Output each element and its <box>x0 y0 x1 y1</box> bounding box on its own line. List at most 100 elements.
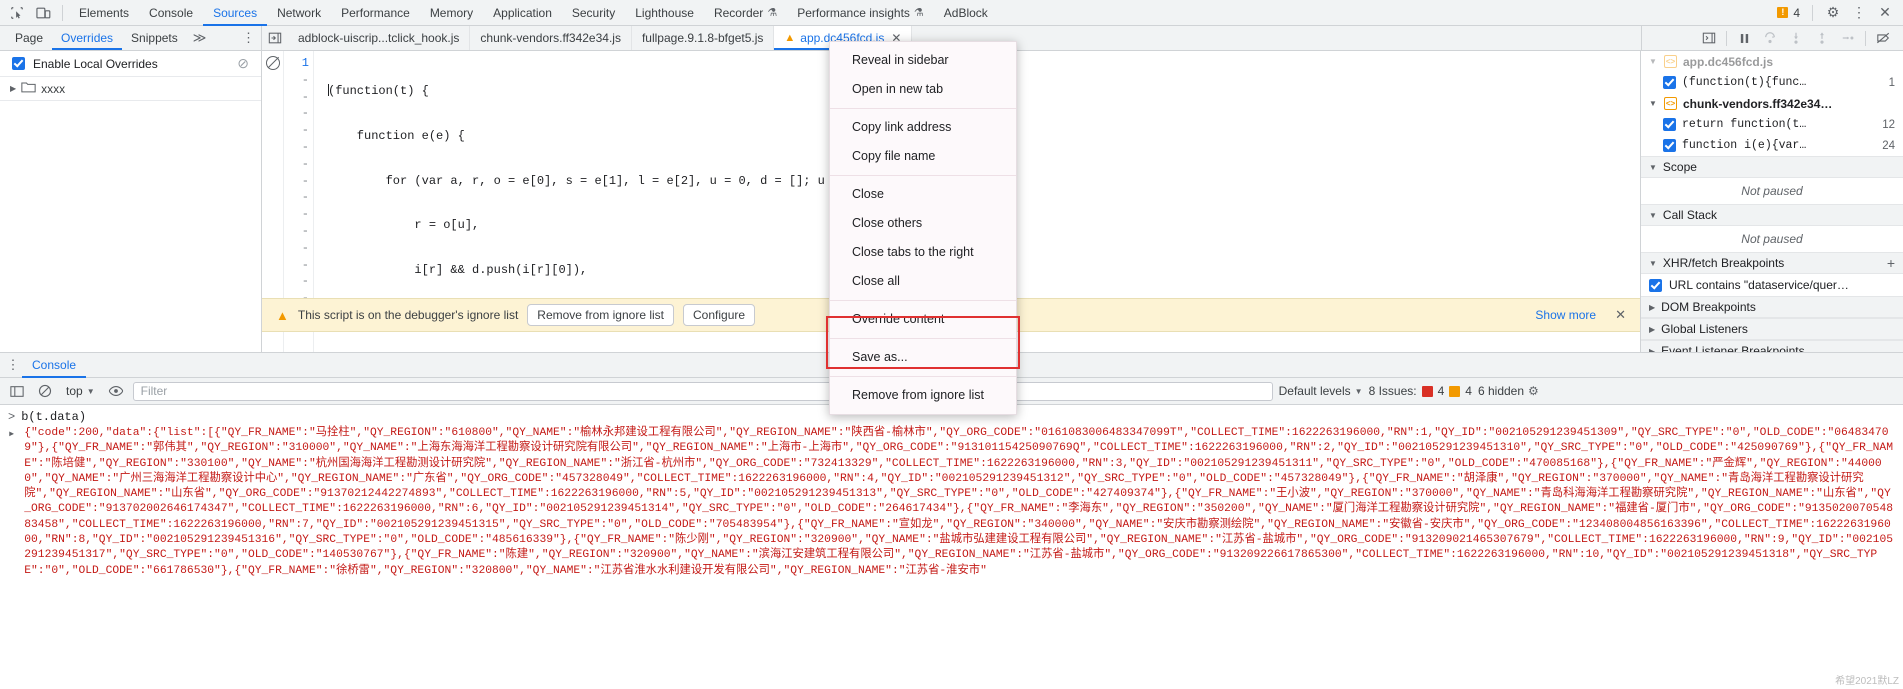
tab-sources[interactable]: Sources <box>203 0 267 26</box>
console-filter-input[interactable]: Filter <box>132 381 1273 401</box>
menu-item-save-as[interactable]: Save as... <box>830 343 1016 372</box>
xhr-breakpoint-item[interactable]: URL contains "dataservice/quer… <box>1641 274 1903 296</box>
tab-adblock[interactable]: AdBlock <box>934 0 998 26</box>
navigator-kebab-icon[interactable]: ⋮ <box>242 30 255 46</box>
chevron-right-icon[interactable]: ▶ <box>1649 325 1655 334</box>
breakpoint-row[interactable]: return function(t… 12 <box>1641 114 1903 135</box>
file-tab-adblock[interactable]: adblock-uiscrip...tclick_hook.js <box>288 26 471 50</box>
close-icon[interactable]: ✕ <box>1873 1 1897 25</box>
file-tab-label: fullpage.9.1.8-bfget5.js <box>641 31 764 45</box>
pause-script-icon[interactable] <box>1732 26 1756 50</box>
tab-application[interactable]: Application <box>483 0 562 26</box>
step-icon[interactable] <box>1836 26 1860 50</box>
step-out-icon[interactable] <box>1810 26 1834 50</box>
breakpoint-file-row[interactable]: ▼ <> app.dc456fcd.js <box>1641 51 1903 72</box>
clear-overrides-icon[interactable]: ⊘ <box>237 55 249 72</box>
checkbox-checked-icon[interactable] <box>1649 278 1662 292</box>
show-navigator-icon[interactable] <box>262 26 288 50</box>
deactivate-breakpoints-icon[interactable] <box>1871 26 1895 50</box>
checkbox-checked-icon[interactable] <box>1663 76 1676 89</box>
section-header-global-listeners[interactable]: ▶ Global Listeners <box>1641 318 1903 340</box>
menu-item-close-all[interactable]: Close all <box>830 267 1016 296</box>
console-hidden-count[interactable]: 6 hidden ⚙ <box>1478 384 1539 398</box>
show-debugger-sidebar-icon[interactable] <box>1697 26 1721 50</box>
menu-item-close-tabs-to-the-right[interactable]: Close tabs to the right <box>830 238 1016 267</box>
expand-chevron-icon[interactable]: ▸ <box>8 426 15 579</box>
nav-more-tabs-icon[interactable]: ≫ <box>187 26 213 50</box>
chevron-down-icon[interactable]: ▼ <box>1649 259 1657 268</box>
chevron-right-icon[interactable]: ▶ <box>10 84 16 93</box>
nav-tab-overrides[interactable]: Overrides <box>52 26 122 50</box>
console-levels-selector[interactable]: Default levels ▼ <box>1279 384 1363 398</box>
step-into-icon[interactable] <box>1784 26 1808 50</box>
checkbox-checked-icon[interactable] <box>1663 118 1676 131</box>
menu-item-open-in-new-tab[interactable]: Open in new tab <box>830 75 1016 104</box>
enable-local-overrides-row[interactable]: Enable Local Overrides ⊘ <box>0 51 261 77</box>
show-more-link[interactable]: Show more <box>1535 308 1596 322</box>
nav-tab-page[interactable]: Page <box>6 26 52 50</box>
tab-memory[interactable]: Memory <box>420 0 483 26</box>
file-tab-fullpage[interactable]: fullpage.9.1.8-bfget5.js <box>632 26 775 50</box>
menu-item-copy-file-name[interactable]: Copy file name <box>830 142 1016 171</box>
chevron-down-icon[interactable]: ▼ <box>1649 57 1658 66</box>
live-expression-icon[interactable] <box>105 380 127 402</box>
tab-lighthouse[interactable]: Lighthouse <box>625 0 704 26</box>
line-number: - <box>301 173 309 188</box>
section-header-dom-breakpoints[interactable]: ▶ DOM Breakpoints <box>1641 296 1903 318</box>
menu-item-close[interactable]: Close <box>830 180 1016 209</box>
breakpoint-line: 1 <box>1888 76 1895 89</box>
chevron-down-icon[interactable]: ▼ <box>1649 99 1658 108</box>
drawer-drag-handle[interactable]: ⋮ <box>4 357 22 373</box>
ignore-list-message: This script is on the debugger's ignore … <box>297 308 519 322</box>
line-number: - <box>301 72 309 87</box>
tab-performance-insights[interactable]: Performance insights ⚗ <box>787 0 934 26</box>
menu-item-reveal-in-sidebar[interactable]: Reveal in sidebar <box>830 46 1016 75</box>
section-header-call-stack[interactable]: ▼ Call Stack <box>1641 204 1903 226</box>
tab-console[interactable]: Console <box>139 0 203 26</box>
device-toolbar-icon[interactable] <box>30 1 56 25</box>
tab-console-drawer[interactable]: Console <box>22 352 86 378</box>
inspect-element-icon[interactable] <box>4 1 30 25</box>
file-tab-chunk-vendors[interactable]: chunk-vendors.ff342e34.js <box>470 26 632 50</box>
menu-item-close-others[interactable]: Close others <box>830 209 1016 238</box>
tab-performance[interactable]: Performance <box>331 0 420 26</box>
add-breakpoint-icon[interactable]: + <box>1887 255 1895 271</box>
chevron-right-icon[interactable]: ▶ <box>1649 303 1655 312</box>
kebab-menu-icon[interactable]: ⋮ <box>1847 1 1871 25</box>
close-icon[interactable]: ✕ <box>1615 307 1626 323</box>
clear-console-icon[interactable] <box>34 380 56 402</box>
breakpoint-file-row[interactable]: ▼ <> chunk-vendors.ff342e34… <box>1641 93 1903 114</box>
step-over-icon[interactable] <box>1758 26 1782 50</box>
tab-security[interactable]: Security <box>562 0 625 26</box>
console-issues-summary[interactable]: 8 Issues: 4 4 <box>1369 384 1472 398</box>
chevron-down-icon[interactable]: ▼ <box>1649 163 1657 172</box>
nav-tab-snippets[interactable]: Snippets <box>122 26 187 50</box>
gear-icon[interactable]: ⚙ <box>1528 384 1539 398</box>
issues-warning-badge[interactable]: ! 4 <box>1773 6 1804 20</box>
flask-icon: ⚗ <box>913 7 924 19</box>
section-header-scope[interactable]: ▼ Scope <box>1641 156 1903 178</box>
devtools-window: Elements Console Sources Network Perform… <box>0 0 1903 689</box>
remove-from-ignore-list-button[interactable]: Remove from ignore list <box>527 304 674 326</box>
configure-button[interactable]: Configure <box>683 304 756 326</box>
console-sidebar-icon[interactable] <box>6 380 28 402</box>
breakpoint-row[interactable]: (function(t){func… 1 <box>1641 72 1903 93</box>
tab-recorder[interactable]: Recorder ⚗ <box>704 0 787 26</box>
xhr-breakpoint-label: URL contains "dataservice/quer… <box>1669 278 1849 292</box>
menu-item-copy-link-address[interactable]: Copy link address <box>830 113 1016 142</box>
menu-item-override-content[interactable]: Override content <box>830 305 1016 334</box>
checkbox-checked-icon[interactable] <box>1663 139 1676 152</box>
open-file-tabs: adblock-uiscrip...tclick_hook.js chunk-v… <box>288 26 913 50</box>
folder-icon <box>21 81 36 96</box>
chevron-down-icon[interactable]: ▼ <box>1649 211 1657 220</box>
menu-item-remove-from-ignore-list[interactable]: Remove from ignore list <box>830 381 1016 410</box>
tab-elements[interactable]: Elements <box>69 0 139 26</box>
section-header-xhr-breakpoints[interactable]: ▼ XHR/fetch Breakpoints + <box>1641 252 1903 274</box>
chevron-down-icon: ▼ <box>86 386 95 396</box>
override-folder-row[interactable]: ▶ xxxx <box>0 77 261 101</box>
tab-network[interactable]: Network <box>267 0 331 26</box>
breakpoint-row[interactable]: function i(e){var… 24 <box>1641 135 1903 156</box>
gear-icon[interactable]: ⚙ <box>1821 1 1845 25</box>
console-context-selector[interactable]: top ▼ <box>62 384 99 398</box>
checkbox-checked-icon[interactable] <box>12 57 25 70</box>
